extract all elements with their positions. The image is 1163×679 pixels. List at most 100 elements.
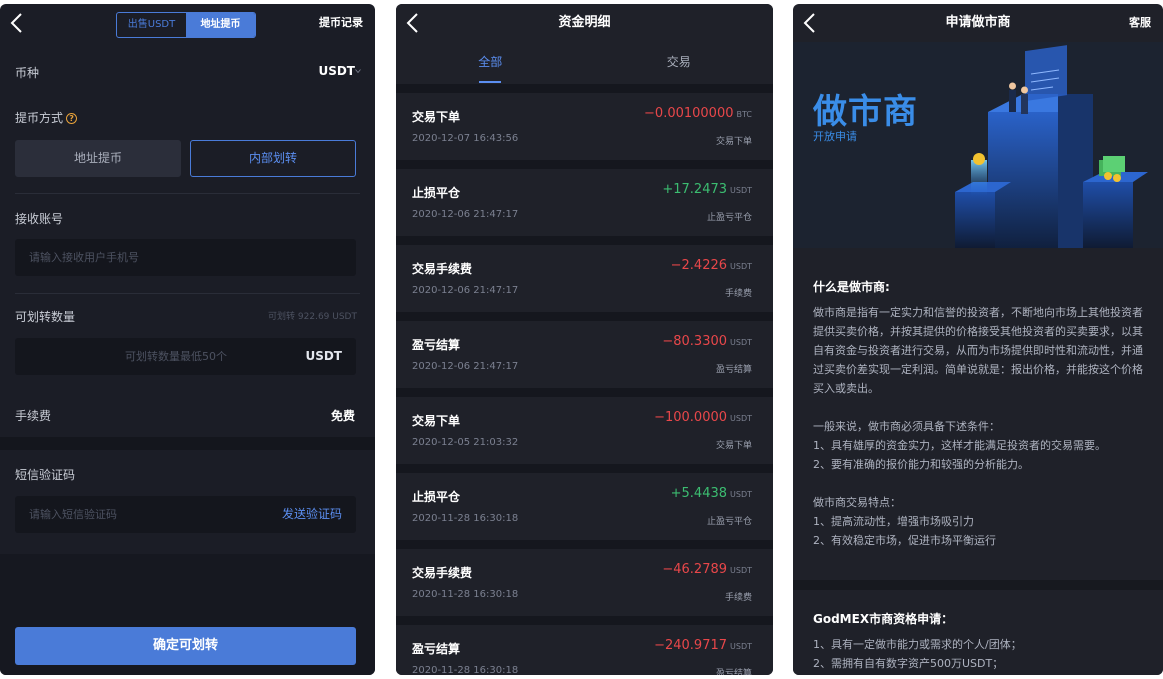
amount-label: 可划转数量 bbox=[15, 310, 76, 324]
segment-address-withdraw[interactable]: 地址提币 bbox=[186, 13, 255, 37]
market-maker-screen: 申请做市商 客服 做市商 开放申请 什么是做市商: 做市商是指有一定实力和信誉的… bbox=[793, 4, 1163, 675]
list-item[interactable]: 交易下单 2020-12-05 21:03:32 −100.0000 USDT 交… bbox=[396, 397, 773, 464]
apply-title: GodMEX市商资格申请： bbox=[813, 612, 954, 626]
divider bbox=[15, 193, 360, 194]
method-address-button[interactable]: 地址提币 bbox=[15, 140, 181, 177]
sms-label: 短信验证码 bbox=[15, 468, 76, 482]
tx-amount-value: +5.4438 bbox=[670, 486, 728, 501]
withdraw-screen: 出售USDT 地址提币 提币记录 币种 USDT 提币方式? 地址提币 内部划转… bbox=[0, 4, 375, 675]
coin-select[interactable]: USDT bbox=[318, 64, 355, 78]
sms-input-box: 发送验证码 bbox=[15, 496, 356, 533]
tx-time: 2020-12-06 21:47:17 bbox=[412, 285, 519, 296]
tab-all[interactable]: 全部 bbox=[396, 42, 585, 84]
tx-amount-value: −2.4226 bbox=[670, 258, 728, 273]
fee-value: 免费 bbox=[330, 409, 355, 423]
page-title: 申请做市商 bbox=[945, 15, 1011, 30]
navbar: 资金明细 bbox=[396, 4, 773, 42]
tx-type: 止盈亏平仓 bbox=[706, 517, 752, 527]
method-label: 提币方式 bbox=[15, 111, 64, 125]
tx-amount-value: −100.0000 bbox=[654, 410, 728, 425]
tx-amount: −240.9717 USDT bbox=[654, 638, 752, 653]
tab-all-label: 全部 bbox=[478, 55, 503, 69]
amount-input-box: USDT bbox=[15, 338, 356, 375]
hero-banner: 做市商 开放申请 bbox=[793, 42, 1163, 248]
tx-amount-value: −80.3300 bbox=[662, 334, 728, 349]
account-input-box bbox=[15, 239, 356, 276]
tx-unit: USDT bbox=[730, 262, 752, 271]
market-maker-article: 什么是做市商: 做市商是指有一定实力和信誉的投资者，不断地向市场上其他投资者提供… bbox=[793, 248, 1163, 580]
list-item[interactable]: 止损平仓 2020-11-28 16:30:18 +5.4438 USDT 止盈亏… bbox=[396, 473, 773, 540]
tx-title: 交易下单 bbox=[412, 414, 461, 428]
tx-amount-value: −0.00100000 bbox=[644, 106, 734, 121]
back-arrow-icon[interactable] bbox=[6, 11, 30, 35]
list-item[interactable]: 盈亏结算 2020-12-06 21:47:17 −80.3300 USDT 盈亏… bbox=[396, 321, 773, 388]
tab-trade-label: 交易 bbox=[666, 55, 691, 69]
hero-subtitle: 开放申请 bbox=[813, 130, 857, 143]
page-title: 资金明细 bbox=[558, 15, 611, 30]
tab-trade[interactable]: 交易 bbox=[585, 42, 774, 84]
tx-title: 盈亏结算 bbox=[412, 642, 461, 656]
list-item[interactable]: 交易手续费 2020-12-06 21:47:17 −2.4226 USDT 手续… bbox=[396, 245, 773, 312]
coin-label: 币种 bbox=[15, 66, 40, 80]
tx-amount-value: −46.2789 bbox=[662, 562, 728, 577]
tx-amount: −46.2789 USDT bbox=[662, 562, 752, 577]
condition-1: 1、具有雄厚的资金实力，这样才能满足投资者的交易需要。 bbox=[813, 439, 1106, 452]
apply-req-1: 1、具有一定做市能力或需求的个人/团体； bbox=[813, 638, 1022, 651]
tx-unit: USDT bbox=[730, 490, 752, 499]
tx-unit: USDT bbox=[730, 566, 752, 575]
tx-amount: −100.0000 USDT bbox=[654, 410, 752, 425]
amount-available: 可划转 922.69 USDT bbox=[268, 312, 357, 322]
withdraw-records-link[interactable]: 提币记录 bbox=[319, 4, 363, 42]
tx-title: 交易手续费 bbox=[412, 262, 473, 276]
tx-type: 止盈亏平仓 bbox=[706, 213, 752, 223]
list-item[interactable]: 盈亏结算 2020-11-28 16:30:18 −240.9717 USDT 盈… bbox=[396, 625, 773, 675]
fund-details-screen: 资金明细 全部 交易 交易下单 2020-12-07 16:43:56 −0.0… bbox=[396, 4, 773, 675]
list-item[interactable]: 交易手续费 2020-11-28 16:30:18 −46.2789 USDT 手… bbox=[396, 549, 773, 616]
account-input[interactable] bbox=[29, 239, 249, 276]
withdraw-type-segment: 出售USDT 地址提币 bbox=[116, 12, 256, 38]
method-internal-button[interactable]: 内部划转 bbox=[190, 140, 356, 177]
tab-bar: 全部 交易 bbox=[396, 42, 773, 84]
tx-time: 2020-11-28 16:30:18 bbox=[412, 665, 519, 675]
tx-amount-value: +17.2473 bbox=[662, 182, 728, 197]
sms-input[interactable] bbox=[29, 496, 249, 533]
tx-time: 2020-11-28 16:30:18 bbox=[412, 513, 519, 524]
condition-intro: 一般来说，做市商必须具备下述条件： bbox=[813, 420, 1000, 433]
tx-amount: −0.00100000 BTC bbox=[644, 106, 752, 121]
tx-type: 盈亏结算 bbox=[715, 669, 752, 675]
tx-type: 手续费 bbox=[724, 593, 752, 603]
tx-type: 交易下单 bbox=[715, 441, 752, 451]
tx-time: 2020-12-07 16:43:56 bbox=[412, 133, 519, 144]
tx-amount-value: −240.9717 bbox=[654, 638, 728, 653]
tx-title: 盈亏结算 bbox=[412, 338, 461, 352]
amount-unit: USDT bbox=[305, 349, 342, 363]
condition-2: 2、要有准确的报价能力和较强的分析能力。 bbox=[813, 458, 1029, 471]
tx-unit: USDT bbox=[730, 186, 752, 195]
list-item[interactable]: 止损平仓 2020-12-06 21:47:17 +17.2473 USDT 止盈… bbox=[396, 169, 773, 236]
feature-2: 2、有效稳定市场，促进市场平衡运行 bbox=[813, 534, 996, 547]
tx-unit: USDT bbox=[730, 338, 752, 347]
screen-stage: 出售USDT 地址提币 提币记录 币种 USDT 提币方式? 地址提币 内部划转… bbox=[0, 0, 1163, 679]
feature-intro: 做市商交易特点： bbox=[813, 496, 901, 509]
navbar: 申请做市商 客服 bbox=[793, 4, 1163, 42]
tx-unit: USDT bbox=[730, 414, 752, 423]
fee-label: 手续费 bbox=[15, 409, 52, 423]
tx-time: 2020-11-28 16:30:18 bbox=[412, 589, 519, 600]
segment-sell-usdt[interactable]: 出售USDT bbox=[117, 13, 186, 37]
confirm-transfer-button[interactable]: 确定可划转 bbox=[15, 627, 356, 665]
customer-service-link[interactable]: 客服 bbox=[1129, 4, 1151, 42]
list-item[interactable]: 交易下单 2020-12-07 16:43:56 −0.00100000 BTC … bbox=[396, 93, 773, 160]
question-circle-icon[interactable]: ? bbox=[66, 113, 78, 124]
method-label-row: 提币方式? bbox=[15, 109, 78, 126]
chevron-down-icon[interactable] bbox=[355, 68, 361, 74]
what-title: 什么是做市商: bbox=[813, 280, 890, 294]
tx-unit: BTC bbox=[736, 110, 753, 119]
send-code-button[interactable]: 发送验证码 bbox=[282, 496, 342, 533]
tx-type: 盈亏结算 bbox=[715, 365, 752, 375]
what-body: 做市商是指有一定实力和信誉的投资者，不断地向市场上其他投资者提供买卖价格，并按其… bbox=[813, 306, 1143, 395]
tx-amount: +5.4438 USDT bbox=[671, 486, 752, 501]
amount-input[interactable] bbox=[125, 338, 275, 375]
tx-title: 止损平仓 bbox=[412, 490, 461, 504]
tx-time: 2020-12-06 21:47:17 bbox=[412, 361, 519, 372]
tab-underline bbox=[479, 81, 502, 83]
